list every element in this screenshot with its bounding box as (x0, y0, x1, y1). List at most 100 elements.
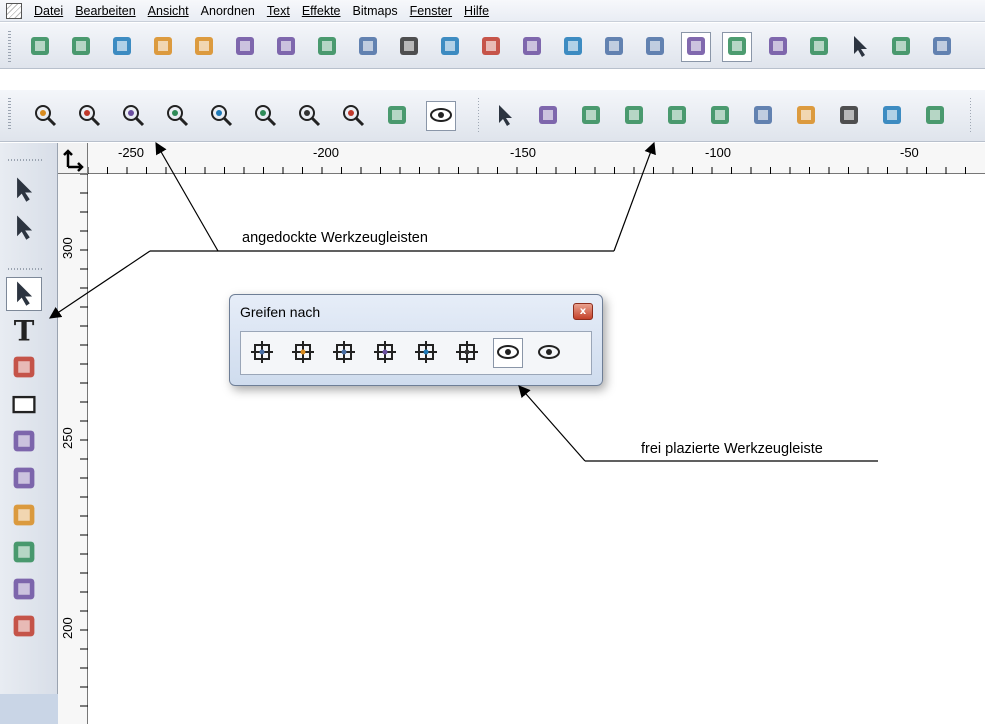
eyedropper-icon (9, 611, 39, 644)
cut-button[interactable] (394, 32, 424, 62)
app-document-icon[interactable] (6, 2, 22, 19)
text-tool-button[interactable]: T (6, 314, 42, 348)
zigzag-tool-button[interactable] (6, 462, 42, 496)
zoom-out-button[interactable] (162, 101, 192, 131)
crop-icon (836, 102, 862, 131)
new-document-button[interactable] (25, 32, 55, 62)
toolbar-grip[interactable] (8, 98, 11, 130)
properties-button[interactable] (763, 32, 793, 62)
magic-wand-button[interactable] (576, 101, 606, 131)
node-select-button[interactable] (6, 211, 42, 245)
pan-hand-button[interactable] (382, 101, 412, 131)
menu-effekte[interactable]: Effekte (296, 1, 347, 21)
brush-button[interactable] (705, 101, 735, 131)
floating-toolbar-snap[interactable]: Greifen nach x (229, 294, 603, 386)
zoom-all-button[interactable] (250, 101, 280, 131)
pen-tool-icon (9, 352, 39, 385)
save-button[interactable] (107, 32, 137, 62)
view-guides-button[interactable] (493, 338, 523, 368)
layers-button[interactable] (722, 32, 752, 62)
undo-list-icon (560, 33, 586, 62)
redo-list-icon (642, 33, 668, 62)
zoom-actual-size-icon (340, 102, 366, 131)
zoom-page-button[interactable] (118, 101, 148, 131)
snap-shape-button[interactable] (370, 338, 400, 368)
zoom-selection-icon (208, 102, 234, 131)
undo-list-button[interactable] (558, 32, 588, 62)
vertical-ruler[interactable]: 300 250 200 (58, 174, 88, 724)
node-move-button[interactable] (619, 101, 649, 131)
zoom-previous-button[interactable] (294, 101, 324, 131)
fill-bucket-button[interactable] (791, 101, 821, 131)
snap-bounds-button[interactable] (452, 338, 482, 368)
zoom-area-button[interactable] (30, 101, 60, 131)
menu-datei[interactable]: Datei (28, 1, 69, 21)
close-button[interactable]: x (573, 303, 593, 320)
menu-ansicht[interactable]: Ansicht (142, 1, 195, 21)
fill-tool-button[interactable] (6, 425, 42, 459)
menu-fenster[interactable]: Fenster (404, 1, 458, 21)
shape-tool-button[interactable] (6, 499, 42, 533)
toolbar-separator (478, 98, 479, 132)
redo-list-button[interactable] (640, 32, 670, 62)
snap-guide-button[interactable] (411, 338, 441, 368)
redo-button[interactable] (599, 32, 629, 62)
paste-button[interactable] (476, 32, 506, 62)
open-button[interactable] (66, 32, 96, 62)
export-button[interactable] (189, 32, 219, 62)
color-palette-button[interactable] (804, 32, 834, 62)
sparkle-button[interactable] (920, 101, 950, 131)
copy-button[interactable] (435, 32, 465, 62)
zoom-in-button[interactable] (74, 101, 104, 131)
snap-grid-button[interactable] (247, 338, 277, 368)
menu-anordnen[interactable]: Anordnen (195, 1, 261, 21)
floating-toolbar-body (240, 331, 592, 375)
eyedropper-button[interactable] (6, 610, 42, 644)
menu-bitmaps[interactable]: Bitmaps (347, 1, 404, 21)
transform-tool-button[interactable] (6, 536, 42, 570)
zoom-actual-size-button[interactable] (338, 101, 368, 131)
crop-button[interactable] (834, 101, 864, 131)
marker-button[interactable] (748, 101, 778, 131)
color-table-button[interactable] (886, 32, 916, 62)
view-grid-button[interactable] (534, 338, 564, 368)
pencil-button[interactable] (662, 101, 692, 131)
pick-tool-button[interactable] (6, 277, 42, 311)
print-button[interactable] (230, 32, 260, 62)
zoom-selection-button[interactable] (206, 101, 236, 131)
floating-toolbar-title: Greifen nach (240, 304, 321, 320)
rectangle-tool-button[interactable] (6, 388, 42, 422)
horizontal-ruler[interactable]: -250 -200 -150 -100 -50 (88, 143, 985, 174)
menu-hilfe[interactable]: Hilfe (458, 1, 495, 21)
snap-object-button[interactable] (288, 338, 318, 368)
snap-intersect-button[interactable] (329, 338, 359, 368)
undo-button[interactable] (517, 32, 547, 62)
publish-button[interactable] (312, 32, 342, 62)
pan-hand-icon (384, 102, 410, 131)
object-manager-button[interactable] (681, 32, 711, 62)
menu-text[interactable]: Text (261, 1, 296, 21)
toolbox-grip[interactable] (8, 268, 42, 270)
dimension-tool-icon (9, 574, 39, 607)
marker-icon (750, 102, 776, 131)
marquee-select-button[interactable] (490, 101, 520, 131)
select-arrow-button[interactable] (6, 173, 42, 207)
color-picker-button[interactable] (845, 32, 875, 62)
toolbar-separator (970, 98, 971, 132)
plot-button[interactable] (271, 32, 301, 62)
import-button[interactable] (148, 32, 178, 62)
pen-tool-button[interactable] (6, 351, 42, 385)
stamp-button[interactable] (353, 32, 383, 62)
menu-hilfe-label: Hilfe (464, 3, 490, 18)
dimension-tool-button[interactable] (6, 573, 42, 607)
menu-bearbeiten[interactable]: Bearbeiten (69, 1, 141, 21)
color-wheel-button[interactable] (927, 32, 957, 62)
lasso-button[interactable] (533, 101, 563, 131)
toolbar-grip[interactable] (8, 31, 11, 63)
transform-tool-icon (9, 537, 39, 570)
view-mode-button[interactable] (426, 101, 456, 131)
toolbox-grip[interactable] (8, 159, 42, 161)
clone-stamp-button[interactable] (877, 101, 907, 131)
drawing-canvas[interactable] (88, 174, 985, 724)
ruler-origin[interactable] (58, 143, 88, 174)
